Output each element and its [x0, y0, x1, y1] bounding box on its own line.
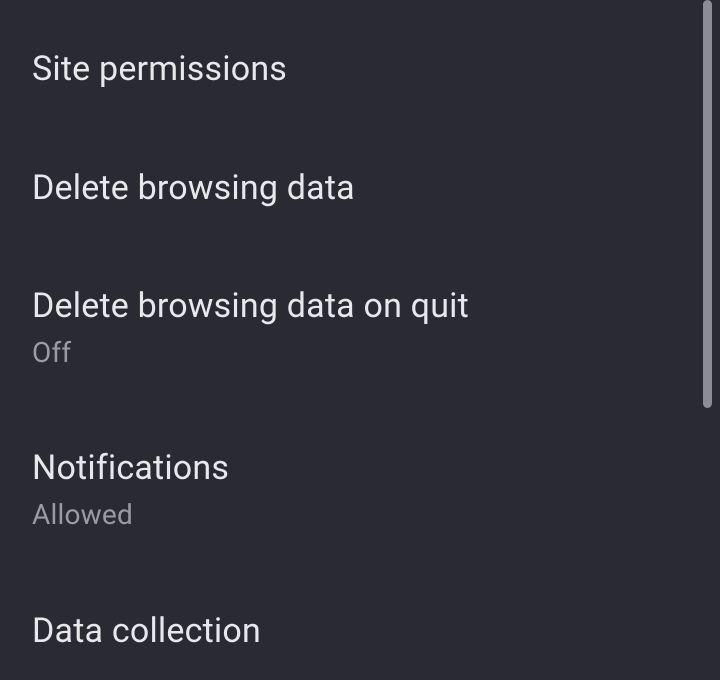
settings-item-delete-browsing-data-on-quit[interactable]: Delete browsing data on quit Off — [32, 247, 700, 409]
settings-item-subtitle: Off — [32, 334, 700, 372]
settings-item-title: Notifications — [32, 447, 700, 490]
settings-item-title: Delete browsing data — [32, 167, 700, 210]
settings-item-title: Delete browsing data on quit — [32, 285, 700, 328]
settings-list: Site permissions Delete browsing data De… — [0, 0, 720, 634]
scrollbar-thumb[interactable] — [703, 0, 712, 408]
settings-item-notifications[interactable]: Notifications Allowed — [32, 409, 700, 571]
settings-item-delete-browsing-data[interactable]: Delete browsing data — [32, 129, 700, 248]
settings-item-title: Data collection — [32, 610, 700, 653]
settings-item-data-collection[interactable]: Data collection — [32, 572, 700, 680]
settings-item-subtitle: Allowed — [32, 496, 700, 534]
settings-item-site-permissions[interactable]: Site permissions — [32, 0, 700, 129]
settings-item-title: Site permissions — [32, 48, 700, 91]
